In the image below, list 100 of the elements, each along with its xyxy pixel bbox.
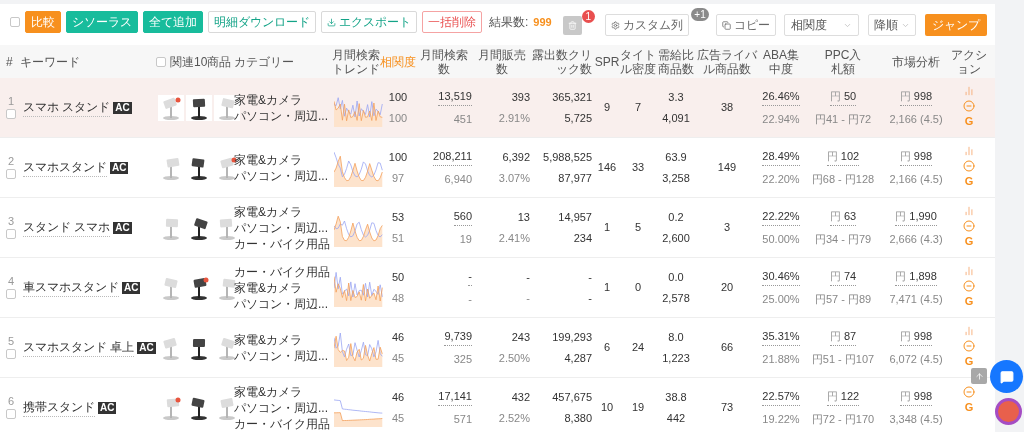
exposure-value: 365,321 bbox=[552, 89, 592, 105]
sort-order-select[interactable]: 降順 bbox=[868, 14, 916, 36]
bar-chart-icon[interactable] bbox=[964, 146, 974, 156]
row-number: 3 bbox=[8, 216, 15, 227]
supply-ratio-value: 63.9 bbox=[665, 149, 687, 165]
keyword-link[interactable]: スマホ スタンド bbox=[23, 98, 111, 117]
keyword-link[interactable]: 車スマホスタンド bbox=[23, 278, 119, 297]
sales-rate: - bbox=[526, 291, 530, 306]
row-number: 5 bbox=[8, 336, 15, 347]
ac-badge: AC bbox=[137, 341, 156, 354]
aba-subvalue: 22.94% bbox=[762, 111, 800, 127]
supply-ratio-value: 8.0 bbox=[668, 329, 684, 345]
keyword-link[interactable]: スタンド スマホ bbox=[23, 218, 111, 237]
ad-rivals-value: 20 bbox=[719, 280, 735, 296]
exposure-value: 457,675 bbox=[552, 389, 592, 405]
market-reviews: 2,166 (4.5) bbox=[889, 171, 943, 187]
ppc-bid: 円 87 bbox=[829, 328, 857, 346]
supply-ratio-value: 0.2 bbox=[668, 209, 684, 225]
checkbox[interactable] bbox=[10, 17, 20, 27]
bar-chart-icon[interactable] bbox=[964, 86, 974, 96]
column-header[interactable]: 露出数クリック数 bbox=[532, 47, 592, 76]
column-header[interactable]: PPC入札額 bbox=[823, 47, 863, 76]
sort-field-select[interactable]: 相関度 bbox=[783, 14, 860, 36]
clicks-value: 234 bbox=[573, 231, 592, 246]
column-header[interactable]: 月間検索トレンド bbox=[332, 47, 380, 76]
column-header[interactable]: カテゴリー bbox=[234, 54, 294, 69]
table-row[interactable]: 1 スマホ スタンド AC 家電&カメラ パソコン・周辺... 100 100 13,519 451 393 2.91% 365,321 5,725 9 7 3.3 4,091 38 26.46% 22.94% 円 50 円41 - 円72 円 998 2,166 (4.5) G bbox=[0, 78, 995, 138]
category-text: パソコン・周辺... bbox=[234, 348, 329, 363]
column-header[interactable]: # bbox=[6, 54, 13, 69]
exposure-value: 199,293 bbox=[552, 329, 592, 345]
minus-circle-icon[interactable] bbox=[963, 386, 975, 398]
column-header[interactable]: タイトル密度 bbox=[620, 47, 656, 76]
column-header[interactable]: 月間検索数 bbox=[416, 47, 472, 76]
minus-circle-icon[interactable] bbox=[963, 340, 975, 352]
checkbox[interactable] bbox=[6, 349, 16, 359]
copy-button[interactable]: コピー bbox=[715, 14, 776, 36]
keyword-link[interactable]: スマホスタンド bbox=[23, 158, 107, 177]
title-density-value: 7 bbox=[633, 100, 643, 116]
result-count: 999 bbox=[533, 14, 552, 30]
search-volume: 208,211 bbox=[433, 148, 472, 166]
minus-circle-icon[interactable] bbox=[963, 280, 975, 292]
market-reviews: 7,471 (4.5) bbox=[889, 291, 943, 307]
category-text: カー・バイク用品 bbox=[234, 264, 331, 279]
keyword-link[interactable]: 携帯スタンド bbox=[23, 398, 95, 417]
sales-value: 393 bbox=[511, 89, 530, 105]
category-text: パソコン・周辺... bbox=[234, 108, 329, 123]
bar-chart-icon[interactable] bbox=[964, 266, 974, 276]
column-header[interactable]: 需給比商品数 bbox=[656, 47, 696, 76]
download-icon bbox=[327, 17, 336, 27]
bar-chart-icon[interactable] bbox=[964, 326, 974, 336]
column-header[interactable]: アクション bbox=[950, 47, 988, 76]
minus-circle-icon[interactable] bbox=[963, 160, 975, 172]
bar-chart-icon[interactable] bbox=[964, 206, 974, 216]
sales-rate: 3.07% bbox=[498, 171, 530, 186]
delete-button[interactable] bbox=[562, 15, 582, 35]
column-header[interactable]: 市場分析 bbox=[892, 54, 940, 69]
sales-value: 6,392 bbox=[502, 149, 530, 165]
toolbar-button[interactable]: 一括削除 bbox=[422, 11, 482, 33]
keyword-link[interactable]: スマホスタンド 卓上 bbox=[23, 338, 135, 357]
search-volume-subvalue: 19 bbox=[459, 231, 472, 247]
assistant-avatar[interactable] bbox=[995, 398, 1022, 425]
category-text: 家電&カメラ bbox=[234, 384, 303, 399]
spr-value: 1 bbox=[602, 220, 612, 236]
clicks-value: - bbox=[588, 291, 592, 306]
scroll-top-button[interactable] bbox=[971, 368, 987, 384]
trash-icon bbox=[567, 20, 577, 30]
ppc-range: 円68 - 円128 bbox=[811, 171, 875, 187]
minus-circle-icon[interactable] bbox=[963, 100, 975, 112]
product-count: 442 bbox=[666, 411, 686, 426]
column-header[interactable]: 関連10商品 bbox=[170, 54, 232, 69]
checkbox[interactable] bbox=[6, 169, 16, 179]
relevance-value: 53 bbox=[391, 209, 405, 225]
relevance-value: 46 bbox=[391, 389, 405, 405]
checkbox[interactable] bbox=[6, 229, 16, 239]
relevance-value: 100 bbox=[388, 89, 408, 105]
chat-button[interactable] bbox=[990, 360, 1023, 393]
column-header[interactable]: ABA集中度 bbox=[761, 47, 801, 76]
title-density-value: 24 bbox=[630, 340, 646, 356]
count-badge: 1 bbox=[581, 9, 595, 23]
arrow-up-icon bbox=[974, 371, 984, 381]
aba-value: 30.46% bbox=[762, 268, 800, 286]
exposure-value: - bbox=[588, 269, 592, 285]
category-text: パソコン・周辺... bbox=[234, 220, 329, 235]
ppc-bid: 円 50 bbox=[829, 88, 857, 106]
checkbox[interactable] bbox=[156, 56, 166, 67]
column-header[interactable]: SPR bbox=[594, 54, 620, 69]
checkbox[interactable] bbox=[6, 289, 16, 299]
custom-columns-button[interactable]: カスタム列 bbox=[604, 14, 689, 36]
checkbox[interactable] bbox=[6, 409, 16, 419]
ppc-range: 円41 - 円72 bbox=[814, 111, 872, 127]
minus-circle-icon[interactable] bbox=[963, 220, 975, 232]
column-header[interactable]: 月間販売数 bbox=[474, 47, 530, 76]
spr-value: 146 bbox=[596, 160, 618, 176]
checkbox[interactable] bbox=[6, 109, 16, 119]
market-price: 円 998 bbox=[899, 388, 933, 406]
aba-subvalue: 21.88% bbox=[762, 351, 800, 367]
column-header[interactable]: 広告ライバル商品数 bbox=[696, 47, 758, 76]
ppc-bid: 円 122 bbox=[826, 388, 860, 406]
copy-icon bbox=[721, 20, 731, 30]
column-header[interactable]: キーワード bbox=[20, 54, 80, 69]
